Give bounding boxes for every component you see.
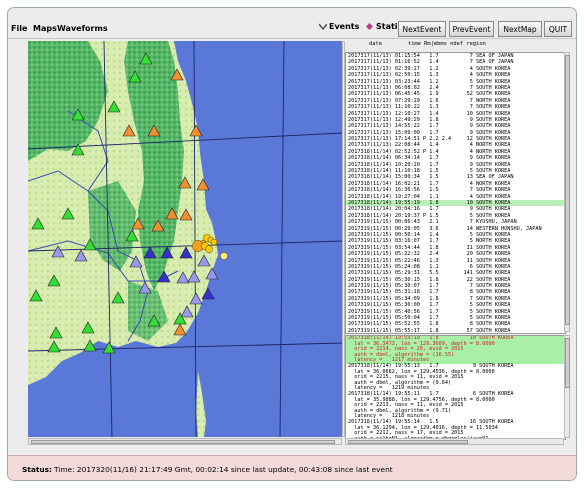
map-scroll-thumb[interactable]	[31, 440, 335, 444]
menu-maps[interactable]: Maps	[33, 24, 57, 33]
app-window: File Maps Waveforms Events Stations Next…	[7, 7, 577, 481]
event-list-scroll-thumb[interactable]	[565, 55, 570, 325]
event-detail-scrollbar[interactable]	[564, 335, 570, 438]
chevron-down-icon	[318, 23, 328, 31]
quit-button[interactable]: QUIT	[544, 21, 572, 37]
prev-event-button[interactable]: PrevEvent	[449, 21, 494, 37]
detail-horizontal-scrollbar[interactable]	[345, 438, 564, 445]
event-detail-scroll-thumb[interactable]	[565, 338, 570, 388]
events-radio-label: Events	[329, 22, 360, 31]
map-horizontal-scrollbar[interactable]	[28, 438, 342, 445]
status-label: Status:	[22, 465, 52, 474]
next-event-button[interactable]: NextEvent	[398, 21, 446, 37]
event-detail-pane[interactable]: 2017318(11/14) 19:55:19 1.8 10 SOUTH KOR…	[345, 335, 566, 440]
map-panel[interactable]	[28, 41, 342, 437]
menu-waveforms[interactable]: Waveforms	[57, 24, 108, 33]
menu-file[interactable]: File	[11, 24, 27, 33]
event-list[interactable]: 2017317(11/13) 01:15:54 1.7 7 SEA OF JAP…	[345, 52, 566, 334]
diamond-icon	[366, 23, 373, 30]
menubar: File Maps Waveforms Events Stations Next…	[8, 8, 576, 39]
detail-horizontal-thumb[interactable]	[348, 440, 468, 444]
next-map-button[interactable]: NextMap	[498, 21, 542, 37]
event-row[interactable]: 2017319(11/15) 05:55:17 1.8 57 SOUTH KOR…	[346, 328, 565, 333]
event-list-scrollbar[interactable]	[564, 52, 570, 332]
events-radio[interactable]: Events	[318, 22, 360, 31]
event-list-header: date time Rm|mbms ndef region	[369, 41, 486, 47]
status-text: Time: 2017320(11/16) 21:17:49 Gmt, 00:02…	[54, 465, 393, 474]
status-bar: Status: Time: 2017320(11/16) 21:17:49 Gm…	[8, 455, 576, 480]
event-row[interactable]: 2017319(11/15) 00:29:05 3.6 14 WESTERN H…	[346, 226, 565, 232]
